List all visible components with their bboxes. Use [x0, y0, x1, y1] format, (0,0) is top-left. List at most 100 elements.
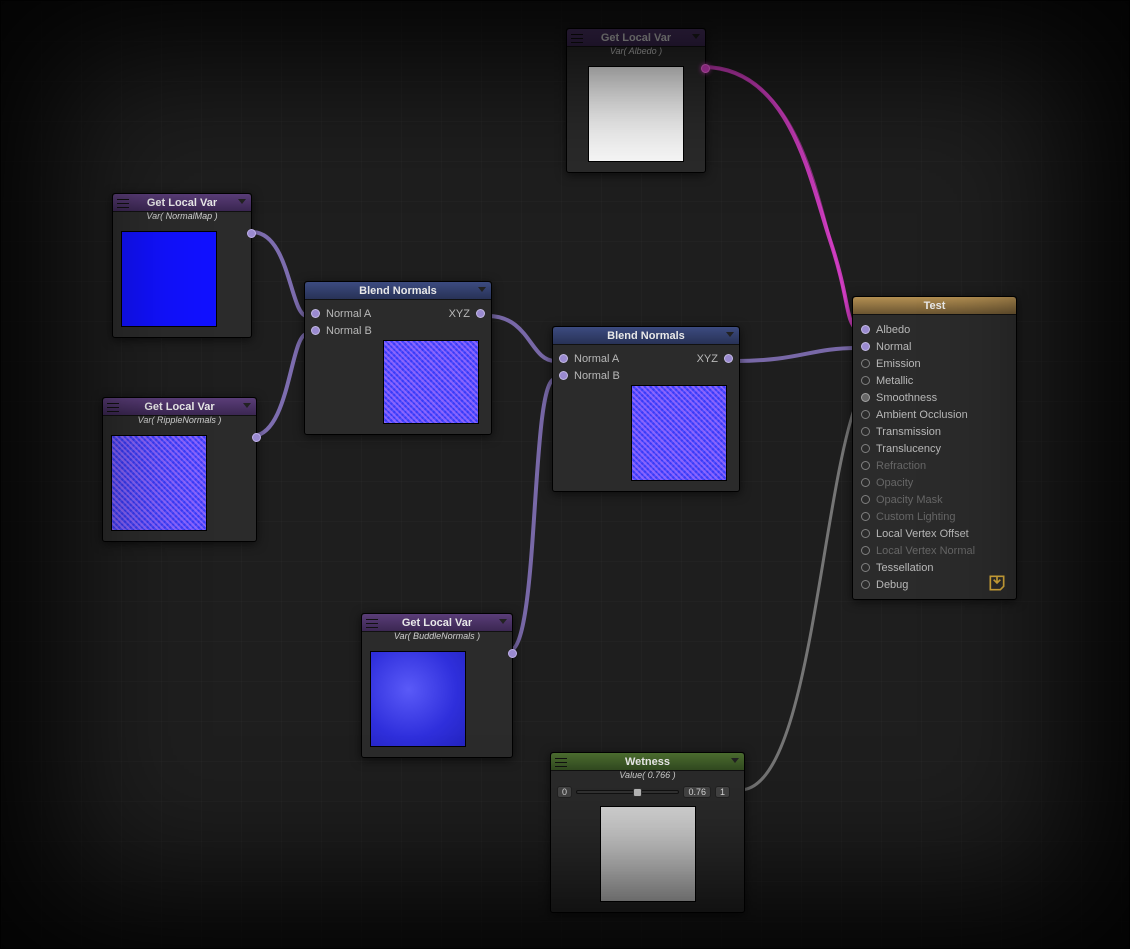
node-title: Get Local Var: [147, 197, 217, 209]
preview-swatch: [600, 806, 696, 902]
output-port[interactable]: [247, 229, 256, 238]
drag-handle-icon[interactable]: [555, 756, 567, 768]
node-header[interactable]: Test: [853, 297, 1016, 315]
master-pin[interactable]: Opacity: [861, 474, 1006, 491]
slider-track[interactable]: [576, 790, 679, 794]
node-header[interactable]: Get Local Var: [567, 29, 705, 47]
master-pin[interactable]: Custom Lighting: [861, 508, 1006, 525]
chevron-down-icon[interactable]: [238, 199, 246, 204]
slider-knob[interactable]: [633, 788, 642, 797]
master-pin[interactable]: Normal: [861, 338, 1006, 355]
drag-handle-icon[interactable]: [107, 401, 119, 413]
input-port[interactable]: [861, 546, 870, 555]
master-pin[interactable]: Tessellation: [861, 559, 1006, 576]
input-port[interactable]: [861, 529, 870, 538]
slider-value[interactable]: 0.76: [683, 786, 711, 798]
output-port-xyz[interactable]: [724, 354, 733, 363]
port-label: Normal A: [574, 353, 619, 365]
master-pin[interactable]: Debug: [861, 576, 1006, 593]
pin-label: Transmission: [876, 426, 941, 438]
pin-label: Normal: [876, 341, 911, 353]
pin-label: Albedo: [876, 324, 910, 336]
node-header[interactable]: Wetness: [551, 753, 744, 771]
drag-handle-icon[interactable]: [571, 32, 583, 44]
node-title: Wetness: [625, 756, 670, 768]
output-port[interactable]: [252, 433, 261, 442]
chevron-down-icon[interactable]: [478, 287, 486, 292]
node-title: Get Local Var: [144, 401, 214, 413]
master-pin[interactable]: Local Vertex Normal: [861, 542, 1006, 559]
preview-swatch: [631, 385, 727, 481]
drag-handle-icon[interactable]: [366, 617, 378, 629]
slider-min[interactable]: 0: [557, 786, 572, 798]
node-title: Get Local Var: [601, 32, 671, 44]
node-header[interactable]: Blend Normals: [553, 327, 739, 345]
input-port[interactable]: [861, 461, 870, 470]
node-blend-normals-1[interactable]: Blend Normals Normal A XYZ Normal B: [304, 281, 492, 435]
chevron-down-icon[interactable]: [692, 34, 700, 39]
input-port-b[interactable]: [559, 371, 568, 380]
master-pin[interactable]: Refraction: [861, 457, 1006, 474]
output-port[interactable]: [701, 64, 710, 73]
node-title: Blend Normals: [607, 330, 685, 342]
node-get-local-var-ripplenormals[interactable]: Get Local Var Var( RippleNormals ): [102, 397, 257, 542]
node-blend-normals-2[interactable]: Blend Normals Normal A XYZ Normal B: [552, 326, 740, 492]
pin-label: Custom Lighting: [876, 511, 956, 523]
node-get-local-var-buddlenormals[interactable]: Get Local Var Var( BuddleNormals ): [361, 613, 513, 758]
chevron-down-icon[interactable]: [499, 619, 507, 624]
master-pin[interactable]: Albedo: [861, 321, 1006, 338]
input-port[interactable]: [861, 376, 870, 385]
master-pin[interactable]: Opacity Mask: [861, 491, 1006, 508]
master-pin-list: Albedo Normal EmissionMetallicSmoothnessAm…: [853, 315, 1016, 599]
input-port[interactable]: [861, 359, 870, 368]
master-pin[interactable]: Local Vertex Offset: [861, 525, 1006, 542]
node-wetness[interactable]: Wetness Value( 0.766 ) 0 0.76 1: [550, 752, 745, 913]
node-header[interactable]: Get Local Var: [103, 398, 256, 416]
input-port[interactable]: [861, 495, 870, 504]
preview-swatch: [370, 651, 466, 747]
chevron-down-icon[interactable]: [243, 403, 251, 408]
master-pin[interactable]: Translucency: [861, 440, 1006, 457]
port-label: Normal B: [574, 370, 620, 382]
master-pin[interactable]: Emission: [861, 355, 1006, 372]
node-header[interactable]: Get Local Var: [362, 614, 512, 632]
node-header[interactable]: Blend Normals: [305, 282, 491, 300]
node-get-local-var-normalmap[interactable]: Get Local Var Var( NormalMap ): [112, 193, 252, 338]
input-port[interactable]: [861, 427, 870, 436]
input-port-a[interactable]: [559, 354, 568, 363]
node-subtitle: Var( RippleNormals ): [103, 415, 256, 425]
input-port-a[interactable]: [311, 309, 320, 318]
input-port[interactable]: [861, 478, 870, 487]
input-port[interactable]: [861, 393, 870, 402]
node-master-output[interactable]: Test Albedo Normal EmissionMetallicSmoothn…: [852, 296, 1017, 600]
chevron-down-icon[interactable]: [731, 758, 739, 763]
pin-label: Local Vertex Normal: [876, 545, 975, 557]
input-port-b[interactable]: [311, 326, 320, 335]
input-port[interactable]: [861, 444, 870, 453]
input-port[interactable]: [861, 563, 870, 572]
node-subtitle: Var( NormalMap ): [113, 211, 251, 221]
node-header[interactable]: Get Local Var: [113, 194, 251, 212]
master-pin[interactable]: Transmission: [861, 423, 1006, 440]
node-subtitle: Var( Albedo ): [567, 46, 705, 56]
node-get-local-var-albedo[interactable]: Get Local Var Var( Albedo ): [566, 28, 706, 173]
master-pin[interactable]: Ambient Occlusion: [861, 406, 1006, 423]
input-port[interactable]: [861, 325, 870, 334]
pin-label: Opacity: [876, 477, 913, 489]
input-port[interactable]: [861, 342, 870, 351]
port-label: XYZ: [697, 353, 718, 365]
master-pin[interactable]: Metallic: [861, 372, 1006, 389]
input-port[interactable]: [861, 512, 870, 521]
preview-swatch: [383, 340, 479, 424]
master-pin[interactable]: Smoothness: [861, 389, 1006, 406]
node-subtitle: Var( BuddleNormals ): [362, 631, 512, 641]
output-port[interactable]: [508, 649, 517, 658]
drag-handle-icon[interactable]: [117, 197, 129, 209]
chevron-down-icon[interactable]: [726, 332, 734, 337]
output-port-xyz[interactable]: [476, 309, 485, 318]
input-port[interactable]: [861, 410, 870, 419]
slider-max[interactable]: 1: [715, 786, 730, 798]
save-icon[interactable]: [986, 573, 1008, 593]
pin-label: Translucency: [876, 443, 941, 455]
input-port[interactable]: [861, 580, 870, 589]
